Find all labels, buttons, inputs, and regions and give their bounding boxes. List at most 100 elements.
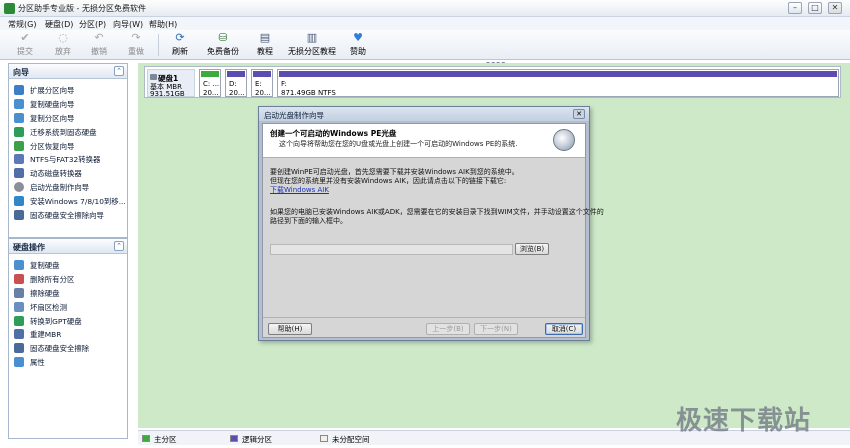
tutorial-button[interactable]: ▤ 教程 [253,32,277,58]
toolbar: ✔ 提交 ◌ 放弃 ↶ 撤销 ↷ 重做 ⟳ 刷新 ⛁ 免费备份 ▤ 教程 ▥ 无… [0,30,850,60]
redo-button[interactable]: ↷ 重做 [124,32,148,58]
minimize-button[interactable]: – [788,2,802,14]
partition-tutorial-label: 无损分区教程 [288,47,336,56]
dialog-separator [263,317,585,318]
download-aik-link[interactable]: 下载Windows AIK [270,185,329,195]
next-button[interactable]: 下一步(N) [474,323,518,335]
sidebar-item-delete-all[interactable]: 删除所有分区 [9,272,127,286]
redo-label: 重做 [128,47,144,56]
undo-icon: ↶ [94,31,104,44]
menu-disk[interactable]: 硬盘(D) [45,19,73,30]
sidebar-item-label: 坏扇区检测 [30,302,67,312]
partition-e[interactable]: E: 20... [251,69,273,97]
sidebar-item-label: 固态硬盘安全擦除向导 [30,211,104,221]
redo-icon: ↷ [131,31,141,44]
partition-d[interactable]: D: 20... [225,69,247,97]
dialog-header-subtitle: 这个向导将帮助您在您的U盘或光盘上创建一个可启动的Windows PE的系统. [279,140,518,148]
discard-button[interactable]: ◌ 放弃 [51,32,75,58]
sidebar-item-partition-recovery[interactable]: 分区恢复向导 [9,139,127,153]
sidebar-item-extend-partition[interactable]: 扩展分区向导 [9,83,127,97]
disc-icon [14,182,24,193]
legend-swatch [230,435,238,442]
tutorial-label: 教程 [257,47,273,56]
menu-general[interactable]: 常规(G) [8,19,36,30]
sidebar-item-bootable-media[interactable]: 启动光盘制作向导 [9,180,127,194]
dynamic-disk-icon [14,168,24,179]
close-button[interactable]: ✕ [828,2,842,14]
partition-usage-bar [279,71,837,77]
sponsor-label: 赞助 [350,47,366,56]
sidebar-item-ssd-secure-erase[interactable]: 固态硬盘安全擦除 [9,341,127,355]
sidebar-item-label: 扩展分区向导 [30,86,75,95]
sidebar-item-label: 擦除硬盘 [30,288,60,298]
disk-operations-header[interactable]: 硬盘操作 ⌃ [9,239,127,254]
menu-help[interactable]: 帮助(H) [149,19,177,30]
undo-button[interactable]: ↶ 撤销 [87,32,111,58]
partition-tutorial-icon: ▥ [306,31,318,44]
copy-disk-icon [14,260,24,270]
sidebar-item-label: 转换到GPT硬盘 [30,316,82,326]
sidebar-item-label: 重建MBR [30,330,62,340]
cancel-button[interactable]: 取消(C) [545,323,583,335]
sidebar-item-convert-gpt[interactable]: 转换到GPT硬盘 [9,314,127,328]
convert-gpt-icon [14,315,24,326]
windows-icon [14,196,24,207]
sidebar-item-migrate-os[interactable]: 迁移系统到固态硬盘 [9,125,127,139]
sidebar-item-install-windows[interactable]: 安装Windows 7/8/10到移... [9,194,127,208]
extend-partition-icon [14,85,24,95]
menu-partition[interactable]: 分区(P) [79,19,106,30]
hard-disk-icon [150,74,157,80]
collapse-icon[interactable]: ⌃ [114,241,124,251]
sidebar-item-copy-disk-op[interactable]: 复制硬盘 [9,258,127,272]
sidebar-item-copy-partition[interactable]: 复制分区向导 [9,111,127,125]
partition-info: 20... [203,89,219,97]
menu-wizard[interactable]: 向导(W) [113,19,143,30]
disk-operations-panel: 硬盘操作 ⌃ 复制硬盘 删除所有分区 擦除硬盘 坏扇区检测 转换到GPT硬盘 重… [8,238,128,439]
disk-size: 931.51GB [150,90,185,98]
free-backup-button[interactable]: ⛁ 免费备份 [203,32,243,58]
partition-f[interactable]: F: 871.49GB NTFS [277,69,839,97]
help-button[interactable]: 帮助(H) [268,323,312,335]
disc-icon [553,129,575,151]
sidebar-item-label: 启动光盘制作向导 [30,183,90,193]
sidebar-item-wipe-disk[interactable]: 擦除硬盘 [9,286,127,300]
sidebar-item-properties[interactable]: 属性 [9,355,127,369]
sidebar-item-label: 迁移系统到固态硬盘 [30,127,97,137]
sidebar-item-ssd-erase[interactable]: 固态硬盘安全擦除向导 [9,208,127,222]
apply-button[interactable]: ✔ 提交 [13,32,37,58]
partition-info: 871.49GB NTFS [281,89,336,97]
partition-tutorial-button[interactable]: ▥ 无损分区教程 [286,32,338,58]
dialog-title-bar[interactable]: 启动光盘制作向导 ✕ [259,107,589,121]
sidebar-item-label: 固态硬盘安全擦除 [30,344,90,354]
sponsor-button[interactable]: ♥ 赞助 [346,32,370,58]
sidebar-item-label: 动态磁盘转换器 [30,169,82,179]
window-title: 分区助手专业版 - 无损分区免费软件 [18,4,146,13]
disk-row[interactable]: 硬盘1 基本 MBR 931.51GB C: ... 20... D: 20..… [144,66,841,98]
copy-partition-icon [14,112,24,123]
maximize-button[interactable]: □ [808,2,822,14]
sidebar-item-dynamic-disk[interactable]: 动态磁盘转换器 [9,166,127,180]
refresh-button[interactable]: ⟳ 刷新 [168,32,192,58]
sidebar-item-label: 删除所有分区 [30,274,75,284]
disk-info[interactable]: 硬盘1 基本 MBR 931.51GB [147,69,195,98]
wizard-panel-header[interactable]: 向导 ⌃ [9,64,127,79]
partition-c[interactable]: C: ... 20... [199,69,221,97]
wim-path-input[interactable] [270,244,513,255]
sidebar-item-rebuild-mbr[interactable]: 重建MBR [9,327,127,341]
dialog-text: 路径到下面的输入框中。 [270,217,347,225]
sidebar-item-bad-sector[interactable]: 坏扇区检测 [9,300,127,314]
title-bar: 分区助手专业版 - 无损分区免费软件 – □ ✕ [0,0,850,17]
partition-usage-bar [201,71,219,77]
collapse-icon[interactable]: ⌃ [114,66,124,76]
sidebar-item-ntfs-fat32[interactable]: NTFS与FAT32转换器 [9,152,127,166]
previous-button[interactable]: 上一步(B) [426,323,470,335]
browse-button[interactable]: 浏览(B) [515,243,549,255]
disk-operations-title: 硬盘操作 [13,243,45,252]
dialog-title: 启动光盘制作向导 [264,111,324,120]
sidebar-item-copy-disk[interactable]: 复制硬盘向导 [9,97,127,111]
backup-icon: ⛁ [218,31,228,44]
dialog-close-button[interactable]: ✕ [573,109,585,119]
rebuild-mbr-icon [14,329,24,340]
sidebar-item-label: 分区恢复向导 [30,141,75,151]
partition-label: E: [255,80,262,88]
